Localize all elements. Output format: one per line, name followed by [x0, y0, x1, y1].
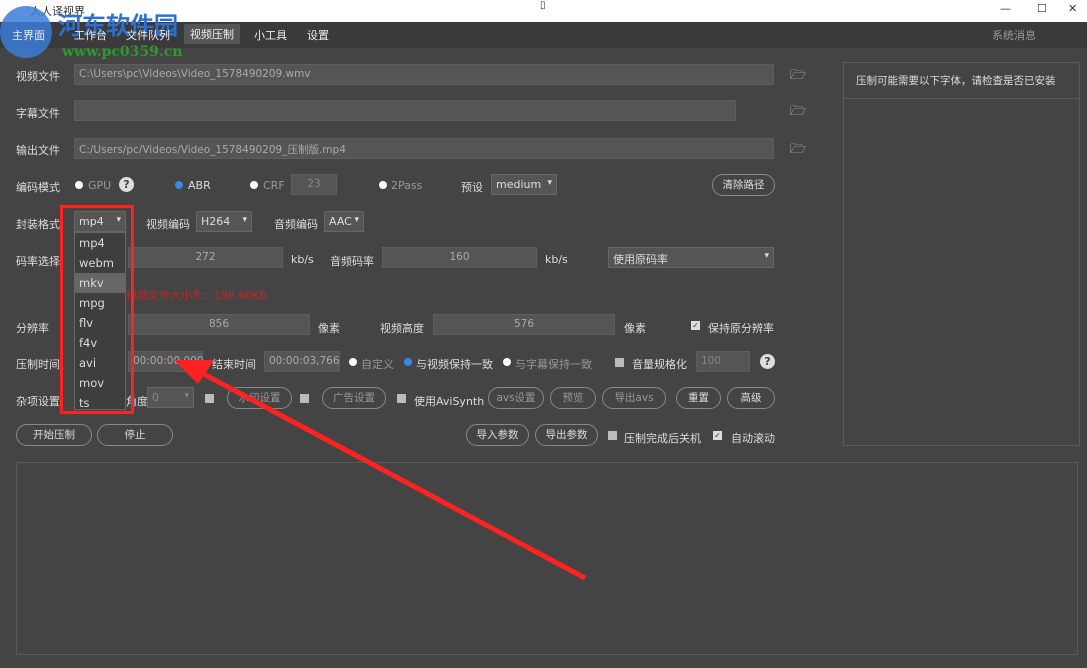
- menu-workbench[interactable]: 工作台: [74, 27, 107, 43]
- menu-main[interactable]: 主界面: [12, 27, 45, 43]
- menu-tools[interactable]: 小工具: [254, 27, 287, 43]
- menu-video-compress[interactable]: 视频压制: [184, 24, 240, 44]
- system-messages[interactable]: 系统消息: [992, 27, 1036, 43]
- menu-settings[interactable]: 设置: [307, 27, 329, 43]
- menu-queue[interactable]: 文件队列: [126, 27, 170, 43]
- annotation-arrow: [174, 360, 587, 581]
